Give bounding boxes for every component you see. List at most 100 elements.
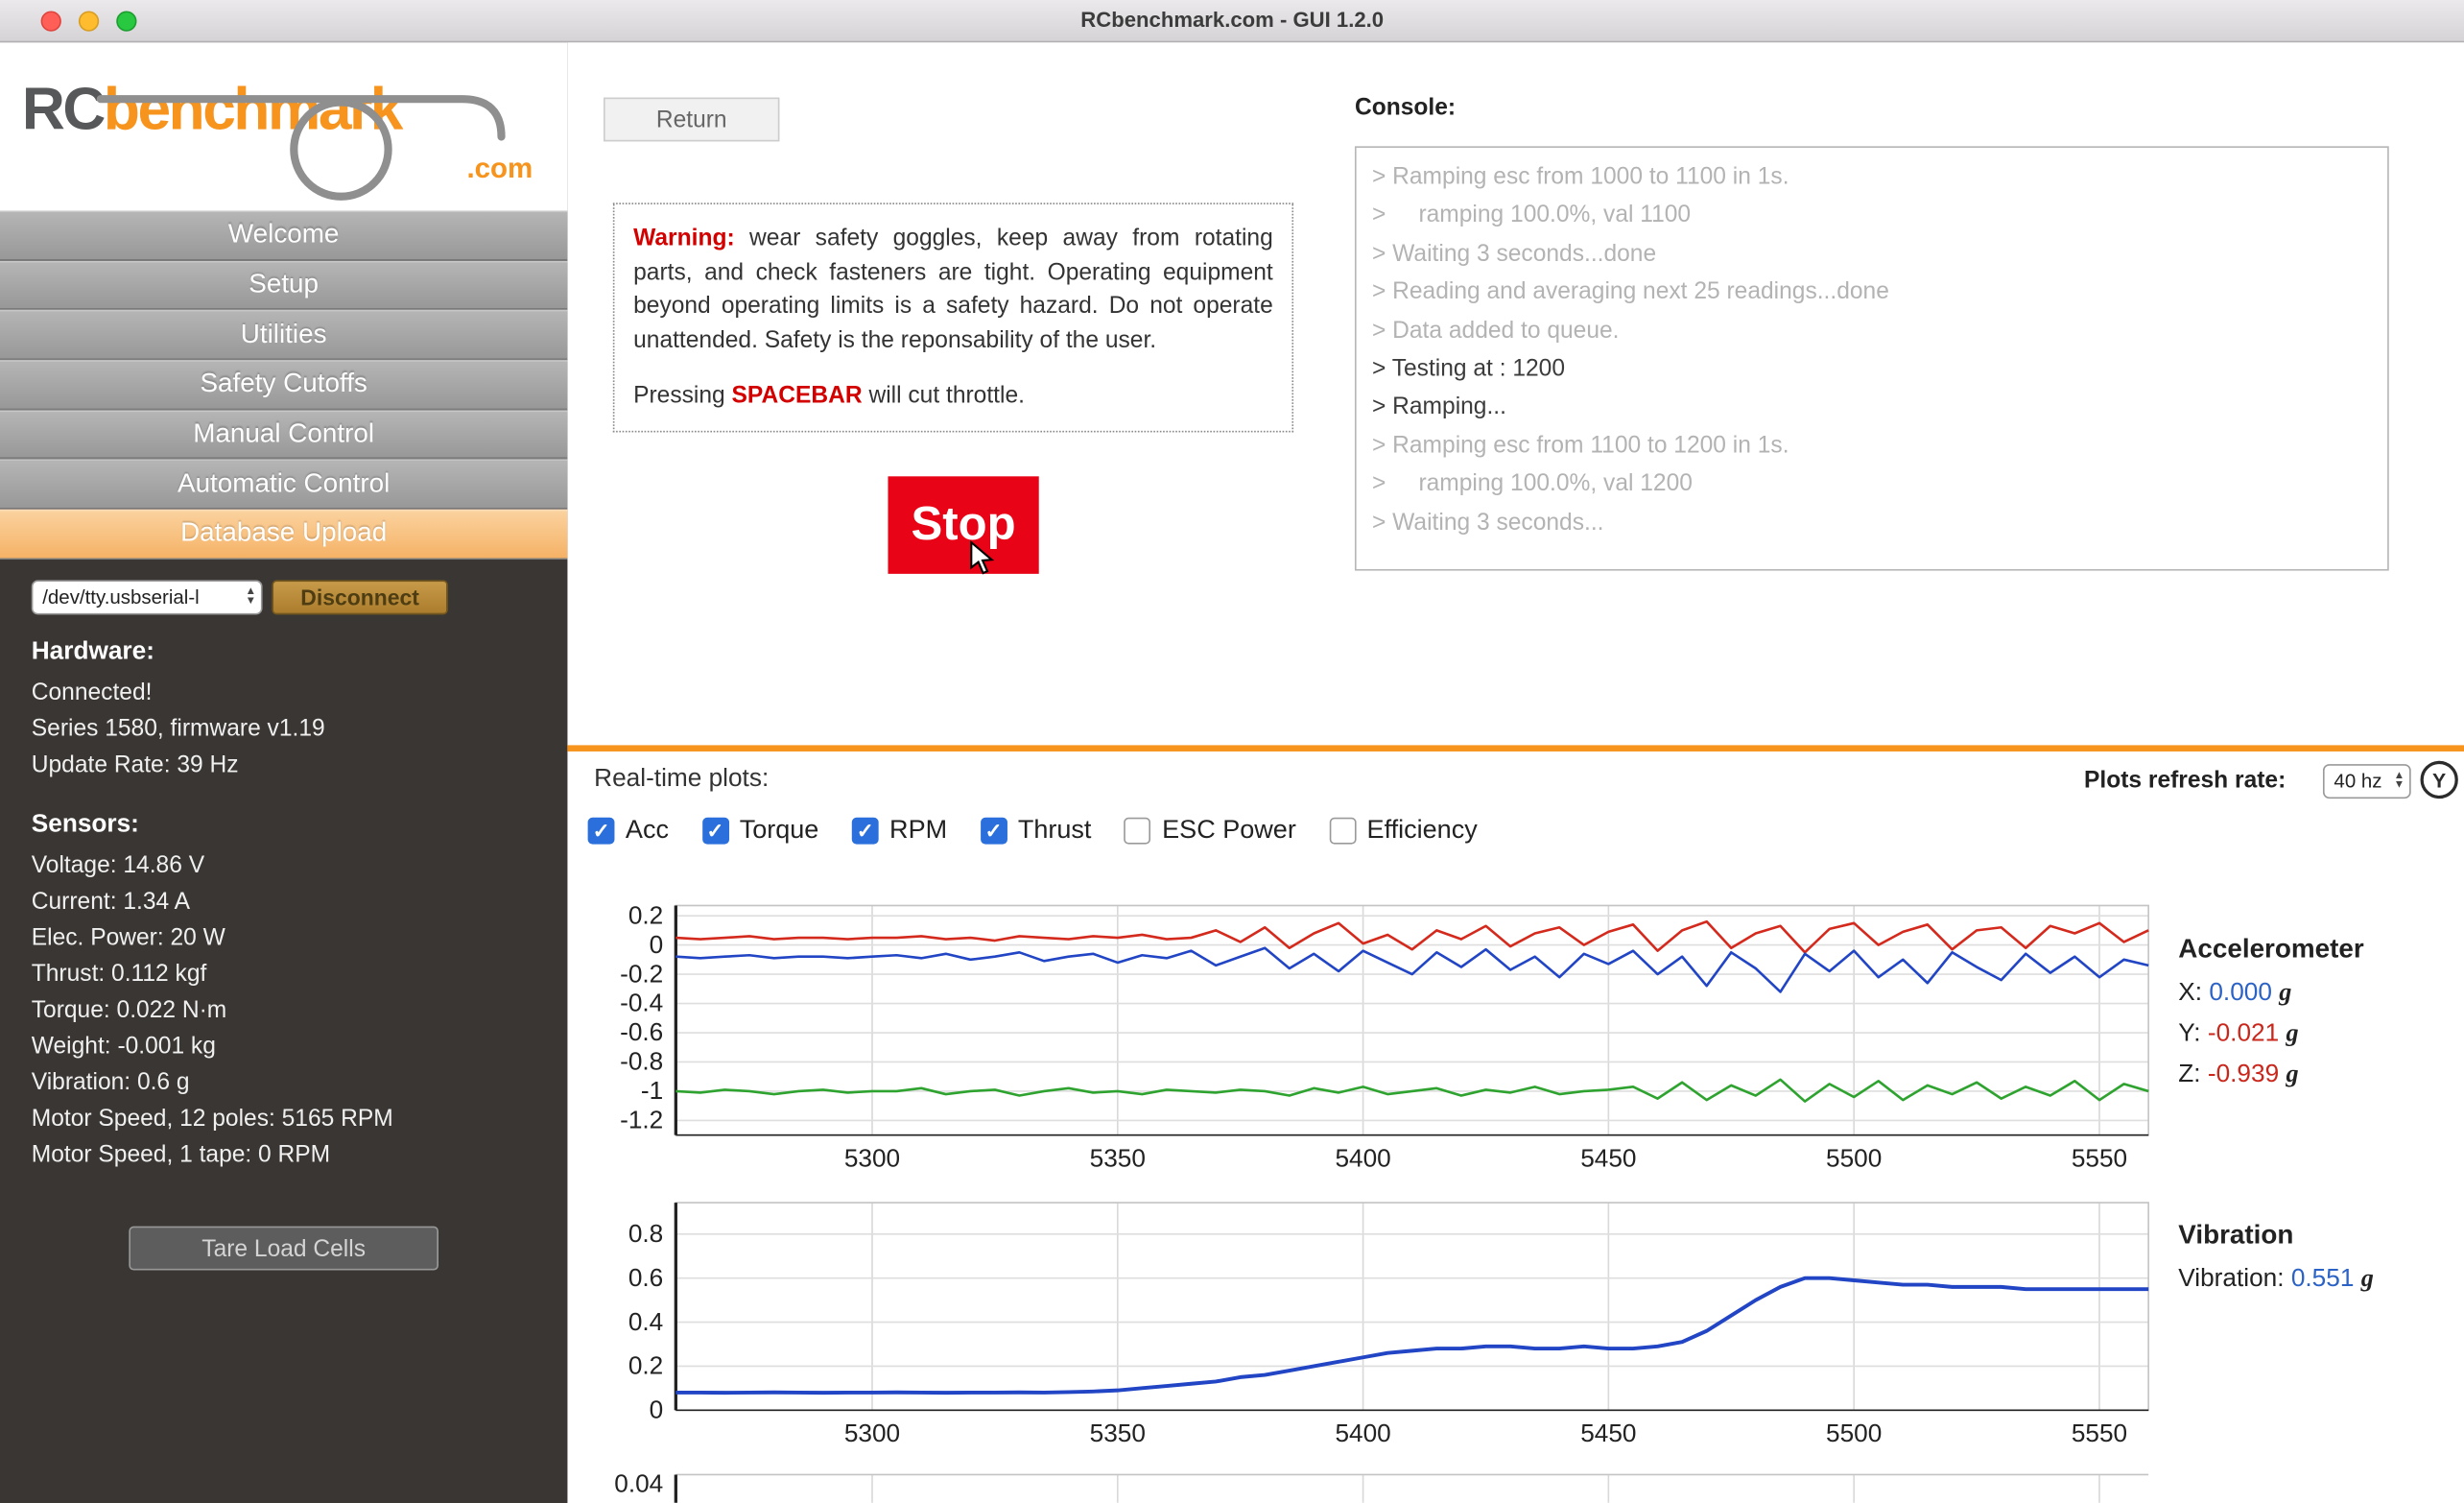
svg-text:0.2: 0.2 xyxy=(628,1351,663,1380)
spacebar-keyword: SPACEBAR xyxy=(732,382,863,409)
vibration-unit: g xyxy=(2361,1266,2374,1293)
sensor-weight: Weight: -0.001 kg xyxy=(32,1028,568,1064)
svg-text:-0.4: -0.4 xyxy=(620,989,663,1017)
plots-refresh-rate-label: Plots refresh rate: xyxy=(2084,767,2286,794)
checkbox-rpm[interactable]: RPM xyxy=(852,816,947,846)
acc-y-value: -0.021 xyxy=(2208,1020,2279,1047)
accelerometer-readout-title: Accelerometer xyxy=(2178,934,2363,966)
checkbox-unchecked-icon xyxy=(1329,818,1356,845)
console-line: > Ramping esc from 1100 to 1200 in 1s. xyxy=(1372,427,2372,465)
acc-z-value: -0.939 xyxy=(2208,1062,2279,1088)
y-circle-icon[interactable]: Y xyxy=(2421,761,2458,799)
svg-text:5400: 5400 xyxy=(1335,1143,1390,1172)
sensor-voltage: Voltage: 14.86 V xyxy=(32,847,568,884)
stop-button[interactable]: Stop xyxy=(888,476,1038,574)
acc-x-unit: g xyxy=(2279,979,2291,1006)
sidebar-item-welcome[interactable]: Welcome xyxy=(0,210,567,260)
checkbox-checked-icon xyxy=(981,818,1007,845)
svg-text:0.4: 0.4 xyxy=(628,1307,663,1336)
svg-text:0.8: 0.8 xyxy=(628,1219,663,1248)
svg-text:5350: 5350 xyxy=(1090,1143,1146,1172)
checkbox-esc-power[interactable]: ESC Power xyxy=(1125,816,1296,846)
select-stepper-icon: ▲▼ xyxy=(241,588,256,608)
console-line: > Waiting 3 seconds...done xyxy=(1372,235,2372,274)
svg-text:0: 0 xyxy=(650,930,664,959)
accelerometer-readout: Accelerometer X: 0.000 g Y: -0.021 g Z: … xyxy=(2178,934,2363,1102)
sidebar-item-database-upload[interactable]: Database Upload xyxy=(0,510,567,560)
sidebar-menu: Welcome Setup Utilities Safety Cutoffs M… xyxy=(0,210,567,559)
acc-z-unit: g xyxy=(2286,1062,2298,1088)
return-button[interactable]: Return xyxy=(604,98,779,142)
checkbox-unchecked-icon xyxy=(1125,818,1151,845)
select-stepper-icon: ▲▼ xyxy=(2389,772,2405,791)
sidebar-item-setup[interactable]: Setup xyxy=(0,260,567,310)
sensor-torque: Torque: 0.022 N·m xyxy=(32,992,568,1029)
svg-text:-0.6: -0.6 xyxy=(620,1017,663,1046)
svg-text:5500: 5500 xyxy=(1826,1143,1882,1172)
sidebar-item-utilities[interactable]: Utilities xyxy=(0,310,567,360)
svg-text:-1.2: -1.2 xyxy=(620,1106,663,1134)
console-line: > Testing at : 1200 xyxy=(1372,350,2372,389)
acc-y-unit: g xyxy=(2286,1020,2298,1047)
sidebar-item-automatic-control[interactable]: Automatic Control xyxy=(0,460,567,510)
rcbenchmark-logo: RCbenchmark .com xyxy=(22,77,549,203)
serial-port-select[interactable]: /dev/tty.usbserial-l ▲▼ xyxy=(32,580,263,614)
sensor-motor-speed-poles: Motor Speed, 12 poles: 5165 RPM xyxy=(32,1101,568,1137)
checkbox-acc[interactable]: Acc xyxy=(588,816,669,846)
sidebar-item-manual-control[interactable]: Manual Control xyxy=(0,410,567,460)
sensor-elec-power: Elec. Power: 20 W xyxy=(32,919,568,956)
svg-text:5550: 5550 xyxy=(2072,1419,2127,1447)
svg-text:-0.2: -0.2 xyxy=(620,959,663,988)
console-line: > ramping 100.0%, val 1100 xyxy=(1372,197,2372,235)
spacebar-note-prefix: Pressing xyxy=(633,382,731,409)
sensor-thrust: Thrust: 0.112 kgf xyxy=(32,956,568,992)
hardware-update-rate: Update Rate: 39 Hz xyxy=(32,747,568,783)
vibration-chart: 0.80.60.40.20530053505400545055005550 xyxy=(579,1195,2166,1456)
logo-panel: RCbenchmark .com xyxy=(0,42,567,210)
svg-text:0.04: 0.04 xyxy=(614,1468,663,1497)
svg-text:5300: 5300 xyxy=(844,1143,900,1172)
window-title: RCbenchmark.com - GUI 1.2.0 xyxy=(0,8,2464,32)
warning-label: Warning: xyxy=(633,225,735,251)
svg-text:0.6: 0.6 xyxy=(628,1263,663,1292)
svg-text:-1: -1 xyxy=(641,1076,663,1105)
mouse-cursor-icon xyxy=(963,539,998,577)
checkbox-thrust[interactable]: Thrust xyxy=(981,816,1092,846)
logo-text-benchmark: benchmark xyxy=(104,77,401,143)
sensor-vibration: Vibration: 0.6 g xyxy=(32,1064,568,1101)
console-line: > ramping 100.0%, val 1200 xyxy=(1372,465,2372,504)
sensor-motor-speed-tape: Motor Speed, 1 tape: 0 RPM xyxy=(32,1136,568,1173)
console-line: > Data added to queue. xyxy=(1372,312,2372,350)
svg-text:0: 0 xyxy=(650,1395,664,1423)
console-line: > Ramping esc from 1000 to 1100 in 1s. xyxy=(1372,158,2372,197)
sidebar: RCbenchmark .com Welcome Setup Utilities… xyxy=(0,42,567,1503)
checkbox-checked-icon xyxy=(701,818,728,845)
app-window: RCbenchmark.com - GUI 1.2.0 RCbenchmark … xyxy=(0,0,2464,1503)
hardware-connected-status: Connected! xyxy=(32,675,568,711)
svg-text:5400: 5400 xyxy=(1335,1419,1390,1447)
refresh-rate-select[interactable]: 40 hz ▲▼ xyxy=(2323,764,2411,799)
checkbox-torque[interactable]: Torque xyxy=(701,816,818,846)
orange-section-divider xyxy=(567,745,2464,752)
checkbox-checked-icon xyxy=(852,818,879,845)
console-log[interactable]: > Ramping esc from 1000 to 1100 in 1s. >… xyxy=(1355,146,2389,570)
console-line: > Waiting 3 seconds... xyxy=(1372,504,2372,542)
acc-x-value: 0.000 xyxy=(2209,979,2272,1006)
svg-text:5550: 5550 xyxy=(2072,1143,2127,1172)
disconnect-button[interactable]: Disconnect xyxy=(272,580,447,614)
refresh-rate-value: 40 hz xyxy=(2334,771,2381,793)
logo-text-com: .com xyxy=(466,153,533,185)
checkbox-checked-icon xyxy=(588,818,615,845)
svg-text:-0.8: -0.8 xyxy=(620,1047,663,1076)
plot-series-toggles: Acc Torque RPM Thrust ESC Power Efficien… xyxy=(588,816,1478,846)
spacebar-note-suffix: will cut throttle. xyxy=(863,382,1025,409)
tare-load-cells-button[interactable]: Tare Load Cells xyxy=(129,1227,438,1271)
checkbox-efficiency[interactable]: Efficiency xyxy=(1329,816,1477,846)
sidebar-item-safety-cutoffs[interactable]: Safety Cutoffs xyxy=(0,360,567,410)
vibration-readout: Vibration Vibration: 0.551 g xyxy=(2178,1220,2374,1306)
hardware-heading: Hardware: xyxy=(32,638,568,666)
vibration-value: 0.551 xyxy=(2291,1266,2355,1293)
vibration-readout-title: Vibration xyxy=(2178,1220,2374,1252)
svg-text:0.2: 0.2 xyxy=(628,900,663,929)
serial-port-value: /dev/tty.usbserial-l xyxy=(42,586,199,608)
